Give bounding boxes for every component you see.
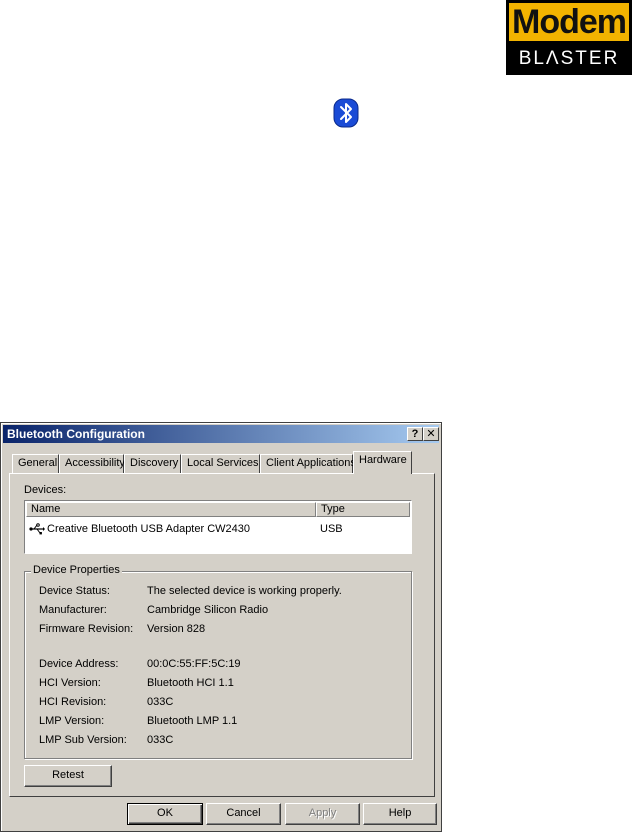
tab-label: Discovery <box>130 457 179 469</box>
prop-label-manufacturer: Manufacturer: <box>39 604 107 616</box>
prop-value-lmp-version: Bluetooth LMP 1.1 <box>147 715 238 727</box>
prop-value-manufacturer: Cambridge Silicon Radio <box>147 604 269 616</box>
apply-button[interactable]: Apply <box>285 803 360 825</box>
list-header: Name Type <box>26 502 410 517</box>
prop-value-lmp-sub-version: 033C <box>147 734 174 746</box>
retest-button[interactable]: Retest <box>24 765 112 787</box>
devices-list[interactable]: Name Type Creative Bluetooth USB Adapter… <box>24 500 412 554</box>
logo-bottom-text: BLΛSTER <box>518 47 620 69</box>
tab-label: Client Applications <box>266 457 356 469</box>
tab-accessibility[interactable]: Accessibility <box>59 454 125 473</box>
column-header-name[interactable]: Name <box>26 502 316 517</box>
apply-label: Apply <box>308 807 337 819</box>
list-item[interactable]: Creative Bluetooth USB Adapter CW2430 US… <box>29 521 409 537</box>
tab-general[interactable]: General <box>12 454 59 473</box>
tab-label: Accessibility <box>65 457 125 469</box>
prop-value-device-status: The selected device is working properly. <box>147 585 342 597</box>
logo-bottom: BLΛSTER <box>509 44 629 72</box>
cancel-label: Cancel <box>226 807 261 819</box>
prop-label-device-status: Device Status: <box>39 585 110 597</box>
device-properties-group: Device Properties Device Status: The sel… <box>24 564 412 759</box>
tab-label: Local Services <box>187 457 259 469</box>
prop-label-lmp-version: LMP Version: <box>39 715 105 727</box>
usb-icon <box>29 523 45 535</box>
column-label: Type <box>321 503 345 515</box>
retest-label: Retest <box>52 769 84 781</box>
logo-top: Modem <box>509 3 629 41</box>
device-type: USB <box>320 523 343 535</box>
prop-value-hci-revision: 033C <box>147 696 174 708</box>
tab-discovery[interactable]: Discovery <box>124 454 181 473</box>
devices-label: Devices: <box>24 484 67 496</box>
bluetooth-icon <box>333 98 359 128</box>
close-button[interactable]: ✕ <box>423 427 439 441</box>
column-header-type[interactable]: Type <box>316 502 410 517</box>
ok-label: OK <box>157 807 173 819</box>
tab-client-applications[interactable]: Client Applications <box>260 454 356 473</box>
device-name: Creative Bluetooth USB Adapter CW2430 <box>47 523 251 535</box>
title-bar: Bluetooth Configuration ? ✕ <box>3 425 439 443</box>
hardware-panel: Devices: Name Type Creative Bluetooth US… <box>9 473 435 797</box>
prop-label-device-address: Device Address: <box>39 658 119 670</box>
ok-button[interactable]: OK <box>127 803 203 825</box>
bluetooth-configuration-dialog: Bluetooth Configuration ? ✕ General Acce… <box>0 422 442 832</box>
column-label: Name <box>31 503 61 515</box>
cancel-button[interactable]: Cancel <box>206 803 281 825</box>
help-title-button[interactable]: ? <box>407 427 423 441</box>
tab-local-services[interactable]: Local Services <box>181 454 260 473</box>
tab-label: General <box>18 457 58 469</box>
prop-label-hci-revision: HCI Revision: <box>39 696 107 708</box>
prop-label-lmp-sub-version: LMP Sub Version: <box>39 734 127 746</box>
tab-hardware[interactable]: Hardware <box>353 451 412 474</box>
prop-label-firmware-revision: Firmware Revision: <box>39 623 134 635</box>
window-title: Bluetooth Configuration <box>7 427 145 441</box>
help-button[interactable]: Help <box>363 803 437 825</box>
prop-label-hci-version: HCI Version: <box>39 677 101 689</box>
help-glyph: ? <box>411 428 419 440</box>
tab-label: Hardware <box>359 454 407 466</box>
device-properties-title: Device Properties <box>31 564 122 576</box>
prop-value-device-address: 00:0C:55:FF:5C:19 <box>147 658 241 670</box>
help-label: Help <box>388 807 412 819</box>
prop-value-hci-version: Bluetooth HCI 1.1 <box>147 677 234 689</box>
logo-top-text: Modem <box>512 3 627 41</box>
modem-blaster-logo: Modem BLΛSTER <box>506 0 632 75</box>
prop-value-firmware-revision: Version 828 <box>147 623 206 635</box>
close-icon: ✕ <box>426 428 436 440</box>
